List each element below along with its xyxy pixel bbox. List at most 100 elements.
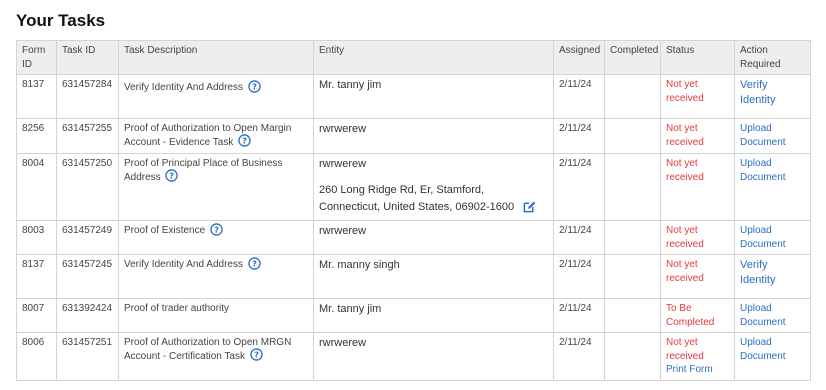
entity-cell: rwrwerew — [313, 332, 554, 381]
upload-document-link[interactable]: Upload Document — [740, 337, 786, 362]
assigned-cell: 2/11/24 — [553, 220, 605, 256]
table-row: 8256 631457255 Proof of Authorization to… — [16, 118, 811, 154]
assigned-cell: 2/11/24 — [553, 118, 605, 154]
completed-cell — [604, 118, 661, 154]
svg-text:?: ? — [170, 171, 175, 181]
col-header-assigned: Assigned — [553, 40, 605, 75]
svg-text:?: ? — [252, 258, 257, 268]
table-row: 8137 631457245 Verify Identity And Addre… — [16, 254, 811, 300]
task-description: Proof of trader authority — [124, 303, 230, 315]
description-cell: Proof of Authorization to Open Margin Ac… — [118, 118, 314, 154]
tasks-table: Form ID Task ID Task Description Entity … — [16, 40, 811, 381]
description-cell: Proof of Existence ? — [118, 220, 314, 256]
description-cell: Verify Identity And Address ? — [118, 74, 314, 119]
assigned-cell: 2/11/24 — [553, 254, 605, 300]
task-description: Proof of Principal Place of Business Add… — [124, 158, 283, 183]
status-cell: Not yet received — [660, 220, 735, 256]
svg-text:?: ? — [214, 224, 219, 234]
question-circle-icon[interactable]: ? — [238, 134, 251, 148]
table-header-row: Form ID Task ID Task Description Entity … — [16, 40, 811, 75]
completed-cell — [604, 298, 661, 334]
status-cell: Not yet received — [660, 74, 735, 119]
task-id-cell: 631457255 — [56, 118, 119, 154]
table-row: 8137 631457284 Verify Identity And Addre… — [16, 74, 811, 119]
col-header-entity: Entity — [313, 40, 554, 75]
upload-document-link[interactable]: Upload Document — [740, 123, 786, 148]
svg-text:?: ? — [242, 136, 247, 146]
form-id-cell: 8007 — [16, 298, 57, 334]
col-header-completed: Completed — [604, 40, 661, 75]
form-id-cell: 8256 — [16, 118, 57, 154]
assigned-cell: 2/11/24 — [553, 152, 605, 222]
description-cell: Proof of Authorization to Open MRGN Acco… — [118, 332, 314, 381]
question-circle-icon[interactable]: ? — [165, 169, 179, 183]
status-text: Not yet received — [666, 337, 704, 362]
col-header-task-id: Task ID — [56, 40, 119, 75]
entity-cell: rwrwerew — [313, 118, 554, 154]
description-cell: Proof of Principal Place of Business Add… — [118, 152, 314, 222]
assigned-cell: 2/11/24 — [553, 332, 605, 381]
svg-text:?: ? — [252, 81, 257, 91]
col-header-action: Action Required — [734, 40, 811, 75]
status-cell: To Be Completed — [660, 298, 735, 334]
action-cell: Verify Identity — [734, 74, 811, 119]
col-header-status: Status — [660, 40, 735, 75]
address-line: Connecticut, United States, 06902-1600 — [319, 199, 548, 217]
action-cell: Upload Document — [734, 332, 811, 381]
print-form-link[interactable]: Print Form — [666, 363, 729, 377]
completed-cell — [604, 152, 661, 222]
action-cell: Upload Document — [734, 118, 811, 154]
question-circle-icon[interactable]: ? — [248, 257, 261, 270]
form-id-cell: 8003 — [16, 220, 57, 256]
table-row: 8007 631392424 Proof of trader authority… — [16, 298, 811, 334]
table-row: 8003 631457249 Proof of Existence ? rwrw… — [16, 220, 811, 256]
upload-document-link[interactable]: Upload Document — [740, 158, 786, 183]
table-row: 8004 631457250 Proof of Principal Place … — [16, 152, 811, 222]
verify-identity-link[interactable]: Verify Identity — [740, 259, 775, 286]
task-id-cell: 631392424 — [56, 298, 119, 334]
upload-document-link[interactable]: Upload Document — [740, 225, 786, 250]
svg-text:?: ? — [254, 350, 259, 360]
action-cell: Upload Document — [734, 152, 811, 222]
task-id-cell: 631457284 — [56, 74, 119, 119]
task-description: Proof of Existence — [124, 225, 206, 237]
completed-cell — [604, 254, 661, 300]
task-id-cell: 631457245 — [56, 254, 119, 300]
task-description: Verify Identity And Address — [124, 82, 243, 93]
page-title: Your Tasks — [16, 11, 106, 30]
description-cell: Verify Identity And Address ? — [118, 254, 314, 300]
action-cell: Upload Document — [734, 298, 811, 334]
assigned-cell: 2/11/24 — [553, 298, 605, 334]
upload-document-link[interactable]: Upload Document — [740, 303, 786, 328]
task-id-cell: 631457249 — [56, 220, 119, 256]
entity-address: 260 Long Ridge Rd, Er, Stamford, Connect… — [319, 182, 548, 217]
status-cell: Not yet received Print Form — [660, 332, 735, 381]
completed-cell — [604, 332, 661, 381]
completed-cell — [604, 220, 661, 256]
status-cell: Not yet received — [660, 254, 735, 300]
entity-cell: rwrwerew — [313, 220, 554, 256]
table-row: 8006 631457251 Proof of Authorization to… — [16, 332, 811, 381]
address-line: 260 Long Ridge Rd, Er, Stamford, — [319, 183, 485, 196]
action-cell: Upload Document — [734, 220, 811, 256]
task-id-cell: 631457250 — [56, 152, 119, 222]
question-circle-icon[interactable]: ? — [210, 223, 223, 236]
form-id-cell: 8006 — [16, 332, 57, 381]
task-description: Proof of Authorization to Open Margin Ac… — [124, 123, 292, 148]
completed-cell — [604, 74, 661, 119]
task-description: Verify Identity And Address — [124, 259, 243, 271]
entity-cell: Mr. manny singh — [313, 254, 554, 300]
status-cell: Not yet received — [660, 152, 735, 222]
description-cell: Proof of trader authority — [118, 298, 314, 334]
status-cell: Not yet received — [660, 118, 735, 154]
verify-identity-link[interactable]: Verify Identity — [740, 79, 775, 106]
action-cell: Verify Identity — [734, 254, 811, 300]
question-circle-icon[interactable]: ? — [250, 348, 263, 362]
form-id-cell: 8137 — [16, 74, 57, 119]
entity-cell: rwrwerew 260 Long Ridge Rd, Er, Stamford… — [313, 152, 554, 222]
edit-icon[interactable] — [523, 200, 536, 213]
col-header-form-id: Form ID — [16, 40, 57, 75]
col-header-description: Task Description — [118, 40, 314, 75]
assigned-cell: 2/11/24 — [553, 74, 605, 119]
question-circle-icon[interactable]: ? — [248, 80, 261, 93]
